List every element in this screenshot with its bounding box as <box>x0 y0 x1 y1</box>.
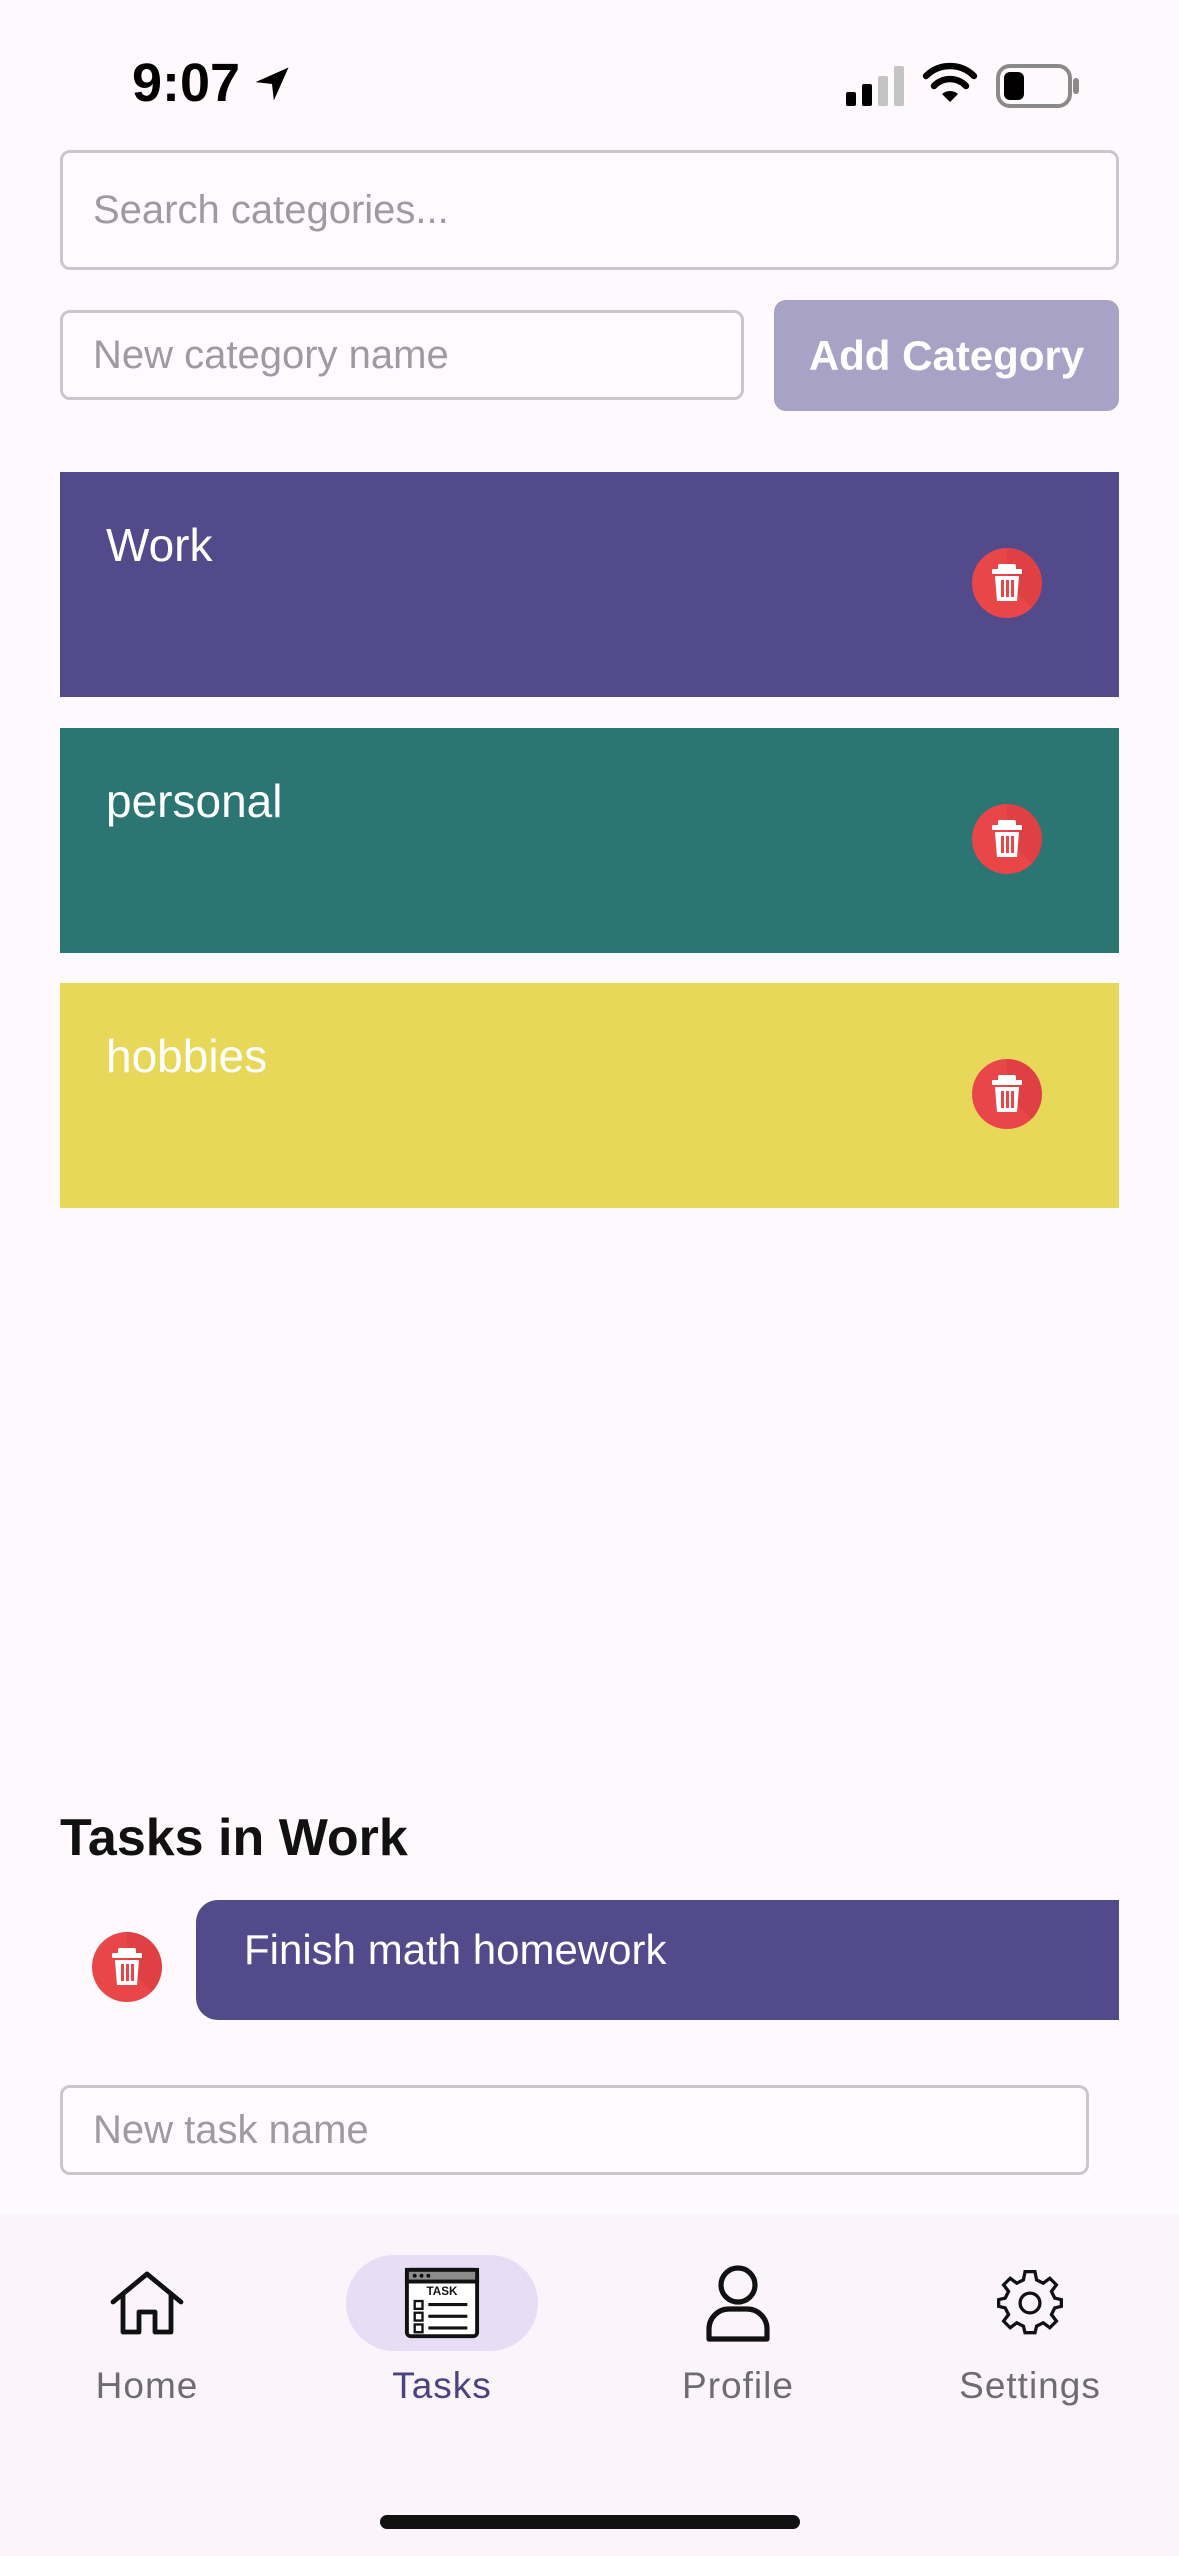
nav-icon-container <box>934 2255 1126 2351</box>
category-label: personal <box>106 775 283 827</box>
trash-icon <box>992 548 1042 618</box>
category-card-hobbies[interactable]: hobbies <box>60 983 1119 1208</box>
category-label: Work <box>106 519 213 571</box>
battery-icon <box>996 64 1079 108</box>
wifi-icon <box>922 62 978 102</box>
home-indicator[interactable] <box>380 2515 800 2529</box>
nav-item-tasks[interactable]: TASK Tasks <box>332 2255 552 2425</box>
tasks-heading: Tasks in Work <box>60 1809 408 1867</box>
nav-icon-container <box>642 2255 834 2351</box>
nav-icon-container <box>51 2255 243 2351</box>
nav-label-profile: Profile <box>682 2365 794 2406</box>
add-category-button[interactable]: Add Category <box>774 300 1119 411</box>
status-time: 9:07 <box>132 53 241 113</box>
nav-label-tasks: Tasks <box>392 2365 492 2406</box>
nav-item-profile[interactable]: Profile <box>628 2255 848 2425</box>
category-label: hobbies <box>106 1030 268 1082</box>
task-item[interactable]: Finish math homework <box>196 1900 1119 2020</box>
delete-category-button[interactable] <box>972 548 1042 618</box>
delete-task-button[interactable] <box>92 1932 162 2002</box>
nav-item-settings[interactable]: Settings <box>920 2255 1140 2425</box>
nav-item-home[interactable]: Home <box>37 2255 257 2425</box>
new-category-input[interactable]: New category name <box>60 310 744 400</box>
svg-text:TASK: TASK <box>427 2285 459 2298</box>
nav-label-settings: Settings <box>959 2365 1101 2406</box>
delete-category-button[interactable] <box>972 1059 1042 1129</box>
task-list-icon: TASK <box>404 2267 480 2339</box>
delete-category-button[interactable] <box>972 804 1042 874</box>
person-icon <box>706 2265 770 2342</box>
new-task-input[interactable]: New task name <box>60 2085 1089 2175</box>
location-arrow-icon <box>255 67 289 101</box>
nav-icon-container-active: TASK <box>346 2255 538 2351</box>
tasks-screen: 9:07 Search categories... New category n… <box>0 0 1179 2556</box>
category-card-work[interactable]: Work <box>60 472 1119 697</box>
category-card-personal[interactable]: personal <box>60 728 1119 953</box>
gear-icon <box>997 2270 1063 2335</box>
trash-icon <box>112 1932 162 2002</box>
cellular-signal-icon <box>846 66 904 106</box>
trash-icon <box>992 1059 1042 1129</box>
search-categories-input[interactable]: Search categories... <box>60 150 1119 270</box>
nav-label-home: Home <box>95 2365 199 2406</box>
trash-icon <box>992 804 1042 874</box>
home-icon <box>110 2271 184 2335</box>
